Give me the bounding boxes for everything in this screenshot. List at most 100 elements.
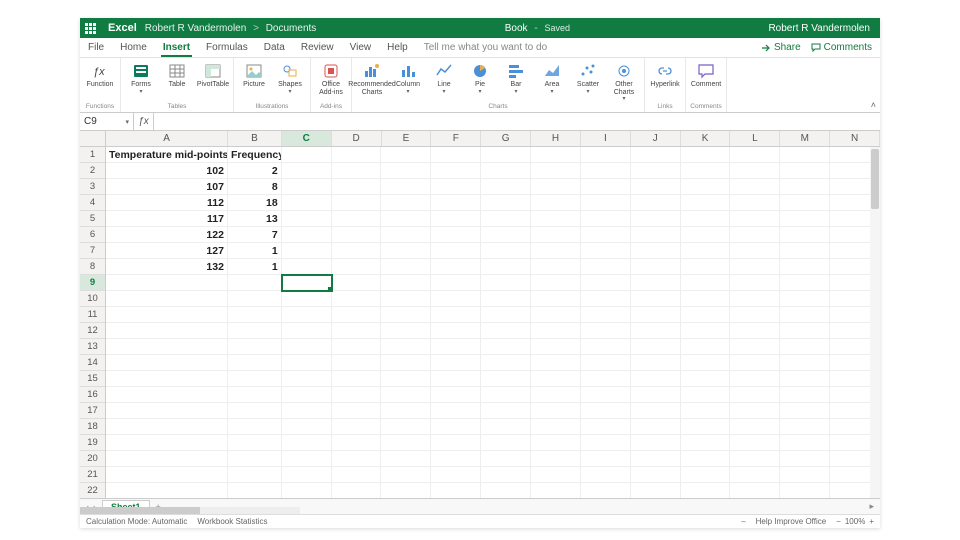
breadcrumb[interactable]: Robert R Vandermolen > Documents [145,23,317,34]
ribbon-bar-button[interactable]: Bar▾ [500,60,532,95]
cell-C19[interactable] [282,435,332,451]
cell-I6[interactable] [581,227,631,243]
cell-E14[interactable] [381,355,431,371]
ribbon-area-button[interactable]: Area▾ [536,60,568,95]
cell-J7[interactable] [631,243,681,259]
cell-C12[interactable] [282,323,332,339]
row-header-16[interactable]: 16 [80,387,105,403]
cell-A22[interactable] [106,483,228,498]
app-launcher-icon[interactable] [80,23,100,34]
cell-E12[interactable] [381,323,431,339]
horizontal-scrollbar[interactable] [80,507,300,514]
cell-D1[interactable] [332,147,382,163]
row-header-6[interactable]: 6 [80,227,105,243]
cell-K19[interactable] [681,435,731,451]
cell-M16[interactable] [780,387,830,403]
row-header-21[interactable]: 21 [80,467,105,483]
cell-C21[interactable] [282,467,332,483]
row-header-3[interactable]: 3 [80,179,105,195]
tab-file[interactable]: File [80,38,112,57]
cell-A2[interactable]: 102 [106,163,228,179]
cell-C3[interactable] [282,179,332,195]
select-all-corner[interactable] [80,131,106,147]
doc-name[interactable]: Book [505,23,528,34]
cell-K4[interactable] [681,195,731,211]
cell-K12[interactable] [681,323,731,339]
cell-L17[interactable] [730,403,780,419]
cell-K7[interactable] [681,243,731,259]
cell-A21[interactable] [106,467,228,483]
cell-B22[interactable] [228,483,282,498]
cell-H15[interactable] [531,371,581,387]
cell-B4[interactable]: 18 [228,195,282,211]
col-header-I[interactable]: I [581,131,631,146]
col-header-G[interactable]: G [481,131,531,146]
cell-E10[interactable] [381,291,431,307]
cell-J11[interactable] [631,307,681,323]
cell-C13[interactable] [282,339,332,355]
ribbon-recommended-charts-button[interactable]: Recommended Charts [356,60,388,96]
cell-M17[interactable] [780,403,830,419]
cell-F1[interactable] [431,147,481,163]
cell-G8[interactable] [481,259,531,275]
cell-H4[interactable] [531,195,581,211]
cell-A17[interactable] [106,403,228,419]
cell-E2[interactable] [381,163,431,179]
cell-F17[interactable] [431,403,481,419]
cell-M19[interactable] [780,435,830,451]
cell-G10[interactable] [481,291,531,307]
cell-K11[interactable] [681,307,731,323]
row-header-7[interactable]: 7 [80,243,105,259]
cell-D5[interactable] [332,211,382,227]
ribbon-line-button[interactable]: Line▾ [428,60,460,95]
cell-A8[interactable]: 132 [106,259,228,275]
row-header-14[interactable]: 14 [80,355,105,371]
cell-J10[interactable] [631,291,681,307]
cell-B16[interactable] [228,387,282,403]
cell-C10[interactable] [282,291,332,307]
cell-A11[interactable] [106,307,228,323]
cell-E11[interactable] [381,307,431,323]
row-header-10[interactable]: 10 [80,291,105,307]
scrollbar-thumb[interactable] [871,149,879,209]
cell-I22[interactable] [581,483,631,498]
cell-B14[interactable] [228,355,282,371]
cell-J14[interactable] [631,355,681,371]
cell-G5[interactable] [481,211,531,227]
cell-G18[interactable] [481,419,531,435]
cell-I15[interactable] [581,371,631,387]
cell-H21[interactable] [531,467,581,483]
cell-B10[interactable] [228,291,282,307]
cell-J13[interactable] [631,339,681,355]
cell-B13[interactable] [228,339,282,355]
cell-M6[interactable] [780,227,830,243]
cell-B18[interactable] [228,419,282,435]
cell-A4[interactable]: 112 [106,195,228,211]
cell-E5[interactable] [381,211,431,227]
cell-L19[interactable] [730,435,780,451]
cell-A13[interactable] [106,339,228,355]
cell-B5[interactable]: 13 [228,211,282,227]
cell-D16[interactable] [332,387,382,403]
cell-K6[interactable] [681,227,731,243]
ribbon-comment-button[interactable]: Comment [690,60,722,89]
cell-D19[interactable] [332,435,382,451]
cell-C9[interactable] [282,275,332,291]
cell-L20[interactable] [730,451,780,467]
cell-G21[interactable] [481,467,531,483]
cell-M8[interactable] [780,259,830,275]
cell-D11[interactable] [332,307,382,323]
cell-C6[interactable] [282,227,332,243]
tab-help[interactable]: Help [379,38,416,57]
cell-G17[interactable] [481,403,531,419]
row-header-15[interactable]: 15 [80,371,105,387]
cell-I21[interactable] [581,467,631,483]
cell-J21[interactable] [631,467,681,483]
cell-J6[interactable] [631,227,681,243]
cell-E21[interactable] [381,467,431,483]
tab-insert[interactable]: Insert [155,38,198,57]
ribbon-scatter-button[interactable]: Scatter▾ [572,60,604,95]
cell-G15[interactable] [481,371,531,387]
cell-C7[interactable] [282,243,332,259]
cell-B6[interactable]: 7 [228,227,282,243]
